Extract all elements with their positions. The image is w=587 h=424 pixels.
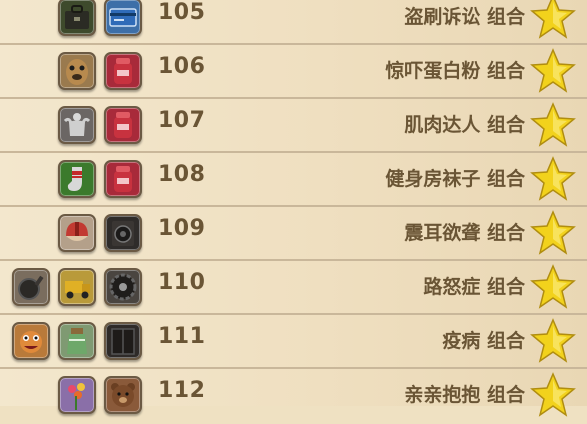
list-item[interactable]: 107 肌肉达人 组合 (0, 100, 587, 154)
star-icon (530, 264, 576, 309)
protein-tub-icon (104, 52, 142, 90)
achievement-number: 106 (158, 54, 206, 79)
cabinet-icon (104, 322, 142, 360)
protein-tub-icon (104, 160, 142, 198)
frying-pan-icon (12, 268, 50, 306)
credit-card-icon (104, 0, 142, 36)
monster-icon (12, 322, 50, 360)
teddy-bear-icon (104, 376, 142, 414)
list-item[interactable]: 109 震耳欲聋 组合 (0, 208, 587, 262)
sock-icon (58, 160, 96, 198)
achievement-number: 107 (158, 108, 206, 133)
star-icon (530, 372, 576, 417)
combo-name: 亲亲抱抱 组合 (404, 384, 525, 406)
list-item[interactable]: 111 疫病 组合 (0, 316, 587, 370)
lined-paper-background: 105 盗刷诉讼 组合 106 惊吓蛋白粉 组合 107 肌肉达人 组合 108… (0, 0, 587, 417)
star-icon (530, 0, 576, 39)
combo-name: 惊吓蛋白粉 组合 (385, 60, 525, 82)
achievement-number: 108 (158, 162, 206, 187)
achievement-number: 112 (158, 378, 206, 403)
combo-name: 路怒症 组合 (423, 276, 525, 298)
star-icon (530, 318, 576, 363)
potion-jar-icon (58, 322, 96, 360)
achievement-number: 110 (158, 270, 206, 295)
speaker-icon (104, 214, 142, 252)
combo-name: 疫病 组合 (442, 330, 525, 352)
list-item[interactable]: 112 亲亲抱抱 组合 (0, 370, 587, 424)
star-icon (530, 156, 576, 201)
combo-name: 震耳欲聋 组合 (404, 222, 525, 244)
star-icon (530, 102, 576, 147)
protein-tub-icon (104, 106, 142, 144)
achievement-number: 109 (158, 216, 206, 241)
achievement-number: 105 (158, 0, 206, 25)
bag-icon (58, 0, 96, 36)
list-item[interactable]: 108 健身房袜子 组合 (0, 154, 587, 208)
combo-name: 盗刷诉讼 组合 (404, 6, 525, 28)
star-icon (530, 48, 576, 93)
helmet-icon (58, 214, 96, 252)
list-item[interactable]: 105 盗刷诉讼 组合 (0, 0, 587, 46)
tire-icon (104, 268, 142, 306)
combo-name: 健身房袜子 组合 (385, 168, 525, 190)
flowers-icon (58, 376, 96, 414)
star-icon (530, 210, 576, 255)
achievement-number: 111 (158, 324, 206, 349)
muscle-statue-icon (58, 106, 96, 144)
truck-icon (58, 268, 96, 306)
list-item[interactable]: 106 惊吓蛋白粉 组合 (0, 46, 587, 100)
dog-mask-icon (58, 52, 96, 90)
list-item[interactable]: 110 路怒症 组合 (0, 262, 587, 316)
combo-name: 肌肉达人 组合 (404, 114, 525, 136)
